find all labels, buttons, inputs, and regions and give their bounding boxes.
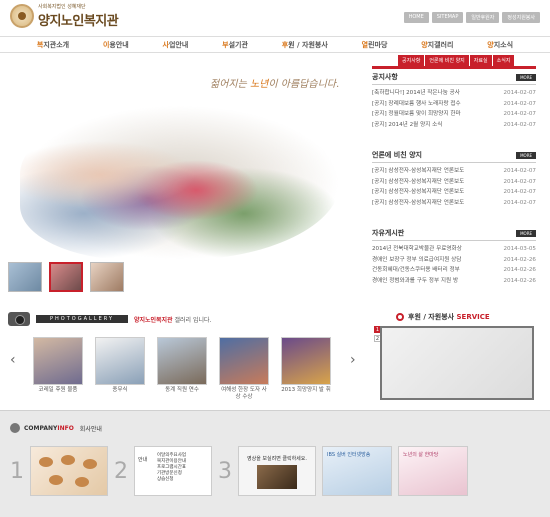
hero-photo [20,105,340,260]
hero-banner: 젊어지는 노년이 아름답습니다. [10,65,365,260]
internet-broadcast-banner[interactable]: IBS 실버 인터넷방송 [322,446,392,496]
gallery-prev-arrow-icon[interactable]: ‹ [10,352,16,368]
nav-item-support[interactable]: 후원 / 자원봉사 [282,40,328,50]
gallery-caption: 여해성 한장 도자 사상 수상 [221,387,267,400]
nav-item-about[interactable]: 복지관소개 [37,40,69,50]
nav-item-gallery[interactable]: 양지갤러리 [421,40,453,50]
subnav-underline [372,66,536,69]
util-sitemap-link[interactable]: SITEMAP [431,12,464,23]
service-title: 후원 / 자원봉사 SERVICE [396,312,536,322]
gallery-item[interactable]: 동계 직원 연수 [157,337,207,401]
step-number: 3 [218,458,232,484]
util-home-link[interactable]: HOME [403,12,429,23]
gallery-photo [219,337,269,385]
gallery-header: PHOTOGALLERY 양지노인복지관 갤러리 입니다. [8,312,211,326]
press-title: 언론에 비친 양지 [372,151,422,159]
nav-item-news[interactable]: 양지소식 [487,40,513,50]
list-item[interactable]: [공지] 삼성전자-삼성복지재단 언론보도 2014-02-07 [372,177,536,188]
notices-header: 공지사항 MORE [372,72,536,85]
hero-thumb-3[interactable] [90,262,124,292]
company-info: COMPANY INFO 회사안내 1 2 안내 이달의주요사업 복지관이용안내… [0,410,550,517]
hero-thumb-1[interactable] [8,262,42,292]
gallery-photo [281,337,331,385]
util-sponsor-link[interactable]: 일반후원자 [466,12,500,23]
subnav-notices[interactable]: 공지사항 [398,55,425,66]
topbar: 사회복지법인 성혜재단 양지노인복지관 HOME SITEMAP 일반후원자 정… [0,0,550,36]
news-subnav: 공지사항 언론에 비친 양지 자료실 소식지 [398,55,515,66]
gallery-item[interactable]: 여해성 한장 도자 사상 수상 [219,337,269,401]
service-icon [396,313,404,321]
gallery-description: 양지노인복지관 갤러리 입니다. [133,316,212,324]
gallery-caption: 코레일 후원 물품 [38,387,78,393]
gallery-photo [33,337,83,385]
logo-emblem-icon [10,4,34,28]
free-header: 자유게시판 MORE [372,228,536,241]
senior-life-banner[interactable]: 노년의 삶 한마당 [398,446,468,496]
gallery-caption: 동계 직원 연수 [165,387,199,393]
service-banner[interactable] [380,326,534,400]
gallery-items: 코레일 후원 물품 종무식 동계 직원 연수 여해성 한장 도자 사상 수상 2… [33,337,331,401]
hero-thumb-2[interactable] [49,262,83,292]
nav-item-affiliates[interactable]: 부설기관 [222,40,248,50]
gallery-item[interactable]: 2013 희망양지 발 휘 [281,337,331,401]
util-volunteer-link[interactable]: 정성지원봉사 [502,12,540,23]
gallery-band: PHOTOGALLERY [36,315,128,323]
list-item[interactable]: 2014년 전북대학교박물관 무료영화상 2014-03-05 [372,244,536,255]
subnav-archive[interactable]: 자료실 [469,55,492,66]
nav-item-programs[interactable]: 사업안내 [163,40,189,50]
gallery-item[interactable]: 종무식 [95,337,145,401]
camera-icon [8,312,30,326]
gallery-photo [95,337,145,385]
hero-thumbnails [8,262,124,292]
gallery-photo [157,337,207,385]
hero-slogan: 젊어지는 노년이 아름답습니다. [210,79,340,90]
notices-title: 공지사항 [372,73,398,81]
list-item[interactable]: [축하합니다!] 2014년 작은나눔 공사 2014-02-07 [372,88,536,99]
globe-icon [10,423,20,433]
logo-text: 사회복지법인 성혜재단 양지노인복지관 [38,3,119,29]
press-board: 언론에 비친 양지 MORE [공지] 삼성전자-삼성복지재단 언론보도 2014… [372,150,536,208]
list-item[interactable]: [공지] 삼성전자-삼성복지재단 언론보도 2014-02-07 [372,166,536,177]
press-header: 언론에 비친 양지 MORE [372,150,536,163]
list-item[interactable]: [공지] 삼성전자-삼성복지재단 언론보도 2014-02-07 [372,198,536,209]
utility-nav: HOME SITEMAP 일반후원자 정성지원봉사 [403,12,540,23]
photo-gallery: PHOTOGALLERY 양지노인복지관 갤러리 입니다. ‹ › 코레일 후원… [8,312,363,402]
nav-item-forum[interactable]: 열린마당 [362,40,388,50]
free-board: 자유게시판 MORE 2014년 전북대학교박물관 무료영화상 2014-03-0… [372,228,536,286]
company-steps: 1 2 안내 이달의주요사업 복지관이용안내 프로그램시간표 기관방문신청 상습… [10,446,468,496]
step-number: 1 [10,458,24,484]
free-more-button[interactable]: MORE [516,229,536,237]
video-play-icon[interactable] [257,465,297,489]
nav-item-usage[interactable]: 이용안내 [103,40,129,50]
service-panel: 후원 / 자원봉사 SERVICE 1 2 [372,312,536,404]
list-item[interactable]: [공지] 2014년 2월 양지 소식 2014-02-07 [372,120,536,131]
notices-more-button[interactable]: MORE [516,73,536,81]
list-item[interactable]: [공지] 정월대보름 맞이 희망양지 한마 2014-02-07 [372,109,536,120]
list-item[interactable]: [공지] 삼성전자-삼성복지재단 언론보도 2014-02-07 [372,187,536,198]
gallery-caption: 2013 희망양지 발 휘 [281,387,331,393]
list-item[interactable]: 경애인 보장구 정부 의료급여지원 상담 2014-02-26 [372,255,536,266]
video-banner[interactable]: 영상을 보실려면 클릭하세요. [238,446,316,496]
free-title: 자유게시판 [372,229,405,237]
gallery-caption: 종무식 [112,387,128,393]
press-more-button[interactable]: MORE [516,151,536,159]
list-item[interactable]: 경애인 정범와과를 구두 정부 지원 방 2014-02-26 [372,276,536,287]
company-header: COMPANY INFO 회사안내 [10,423,102,433]
subnav-press[interactable]: 언론에 비친 양지 [425,55,469,66]
subnav-newsletter[interactable]: 소식지 [492,55,515,66]
gallery-next-arrow-icon[interactable]: › [350,352,356,368]
gallery-item[interactable]: 코레일 후원 물품 [33,337,83,401]
guide-banner[interactable]: 안내 이달의주요사업 복지관이용안내 프로그램시간표 기관방문신청 상습신청 [134,446,212,496]
main-nav: 복지관소개 이용안내 사업안내 부설기관 후원 / 자원봉사 열린마당 양지갤러… [0,36,550,53]
list-item[interactable]: [공지] 장례대보름 행사 노래자랑 접수 2014-02-07 [372,99,536,110]
notices-board: 공지사항 MORE [축하합니다!] 2014년 작은나눔 공사 2014-02-… [372,72,536,130]
meal-banner[interactable] [30,446,108,496]
list-item[interactable]: 건동회혜대/건동스쿠터용 배터리 정부 2014-02-26 [372,265,536,276]
step-number: 2 [114,458,128,484]
logo[interactable]: 사회복지법인 성혜재단 양지노인복지관 [10,3,119,29]
logo-subtitle: 사회복지법인 성혜재단 [38,4,86,10]
logo-title: 양지노인복지관 [38,14,119,29]
